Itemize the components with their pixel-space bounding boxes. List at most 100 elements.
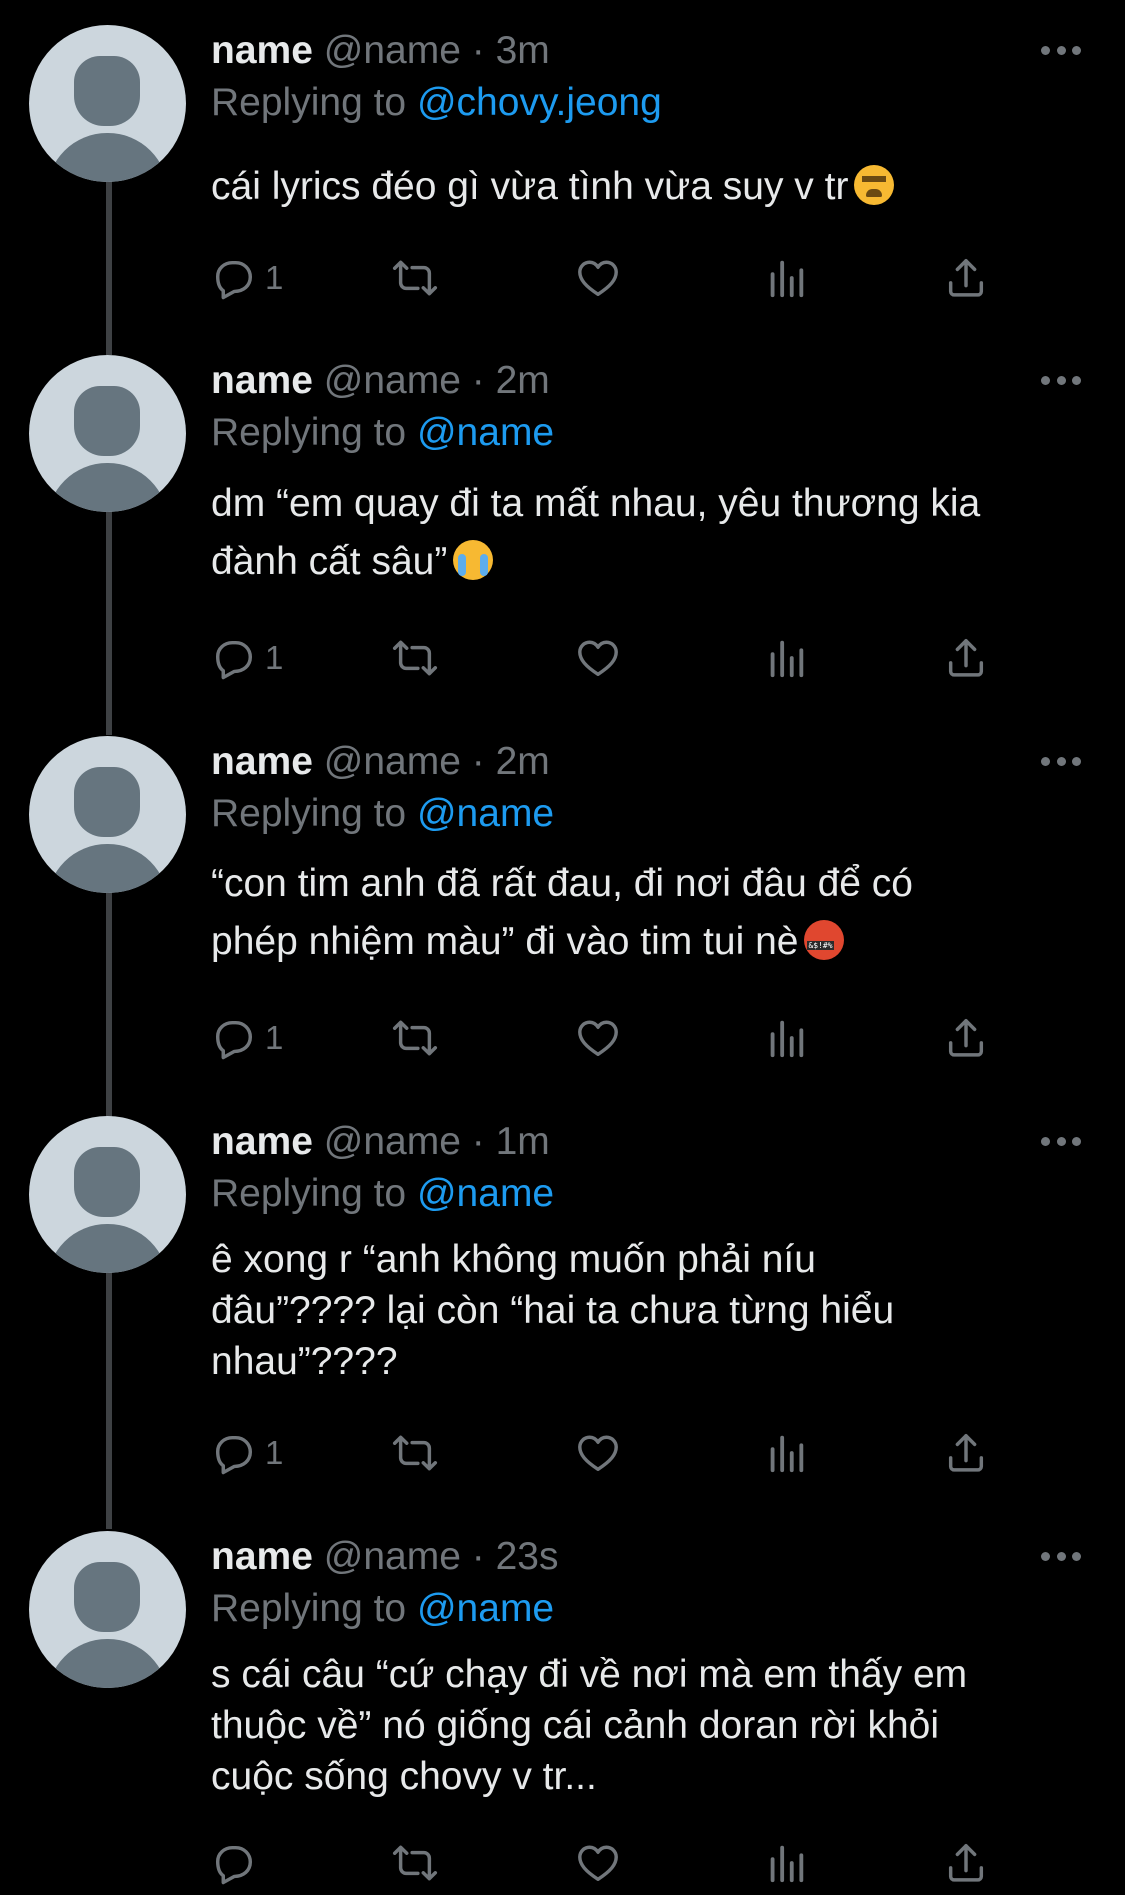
replying-to: Replying to @name [211, 1585, 554, 1633]
reply-count: 1 [265, 259, 284, 296]
avatar[interactable] [29, 355, 186, 512]
more-button[interactable] [1041, 1126, 1081, 1156]
views-button[interactable] [763, 1013, 809, 1063]
reply-icon [211, 1015, 257, 1061]
timestamp[interactable]: 23s [496, 1535, 559, 1578]
retweet-icon [392, 1840, 438, 1886]
handle[interactable]: @name [324, 29, 461, 72]
tweet[interactable]: name @name · 3m Replying to @chovy.jeong… [0, 25, 1125, 325]
more-icon [1056, 1136, 1066, 1146]
more-button[interactable] [1041, 365, 1081, 395]
reply-icon [211, 1430, 257, 1476]
more-icon [1041, 1136, 1050, 1146]
display-name[interactable]: name [211, 29, 313, 72]
share-button[interactable] [943, 1428, 989, 1478]
handle[interactable]: @name [324, 1535, 461, 1578]
reply-button[interactable]: 1 [211, 1013, 283, 1063]
avatar[interactable] [29, 736, 186, 893]
reply-button[interactable] [211, 1838, 265, 1888]
like-button[interactable] [575, 633, 621, 683]
share-icon [943, 1015, 989, 1061]
replying-to-link[interactable]: @name [417, 1587, 554, 1630]
tweet[interactable]: name @name · 23s Replying to @name s cái… [0, 1531, 1125, 1895]
like-button[interactable] [575, 1013, 621, 1063]
views-button[interactable] [763, 1838, 809, 1888]
handle[interactable]: @name [324, 740, 461, 783]
retweet-icon [392, 1015, 438, 1061]
timestamp[interactable]: 1m [496, 1120, 550, 1163]
avatar-head-shape [74, 1562, 140, 1632]
share-button[interactable] [943, 1013, 989, 1063]
more-icon [1041, 1551, 1050, 1561]
more-icon [1056, 1551, 1066, 1561]
separator: · [471, 1535, 485, 1578]
reply-count: 1 [265, 639, 284, 676]
display-name[interactable]: name [211, 740, 313, 783]
separator: · [471, 1120, 485, 1163]
more-button[interactable] [1041, 35, 1081, 65]
display-name[interactable]: name [211, 359, 313, 402]
replying-to-link[interactable]: @chovy.jeong [417, 81, 662, 124]
retweet-button[interactable] [392, 1838, 438, 1888]
separator: · [471, 29, 485, 72]
views-icon [763, 635, 809, 681]
views-button[interactable] [763, 1428, 809, 1478]
replying-to-link[interactable]: @name [417, 792, 554, 835]
like-icon [575, 255, 621, 301]
replying-to: Replying to @chovy.jeong [211, 79, 662, 127]
views-button[interactable] [763, 633, 809, 683]
retweet-button[interactable] [392, 253, 438, 303]
tweet-text: dm “em quay đi ta mất nhau, yêu thương k… [211, 475, 1091, 591]
replying-to: Replying to @name [211, 790, 554, 838]
replying-label: Replying to [211, 81, 407, 124]
more-button[interactable] [1041, 1541, 1081, 1571]
reply-icon [211, 1840, 257, 1886]
replying-to: Replying to @name [211, 1170, 554, 1218]
reply-button[interactable]: 1 [211, 1428, 283, 1478]
tweet-header: name @name · 1m [211, 1118, 550, 1166]
like-button[interactable] [575, 253, 621, 303]
replying-to-link[interactable]: @name [417, 1172, 554, 1215]
more-button[interactable] [1041, 746, 1081, 776]
reply-icon [211, 635, 257, 681]
avatar-body-shape [47, 133, 168, 182]
avatar-head-shape [74, 56, 140, 126]
like-button[interactable] [575, 1838, 621, 1888]
share-button[interactable] [943, 253, 989, 303]
tweet[interactable]: name @name · 1m Replying to @name ê xong… [0, 1116, 1125, 1530]
more-icon [1072, 756, 1081, 766]
like-button[interactable] [575, 1428, 621, 1478]
retweet-button[interactable] [392, 1013, 438, 1063]
tweet-header: name @name · 2m [211, 357, 550, 405]
share-button[interactable] [943, 633, 989, 683]
retweet-button[interactable] [392, 1428, 438, 1478]
handle[interactable]: @name [324, 359, 461, 402]
tweet[interactable]: name @name · 2m Replying to @name dm “em… [0, 355, 1125, 735]
replying-to-link[interactable]: @name [417, 411, 554, 454]
tweet[interactable]: name @name · 2m Replying to @name “con t… [0, 736, 1125, 1116]
more-icon [1041, 756, 1050, 766]
display-name[interactable]: name [211, 1535, 313, 1578]
retweet-icon [392, 1430, 438, 1476]
more-icon [1056, 756, 1066, 766]
timestamp[interactable]: 2m [496, 740, 550, 783]
avatar[interactable] [29, 1531, 186, 1688]
display-name[interactable]: name [211, 1120, 313, 1163]
avatar[interactable] [29, 25, 186, 182]
handle[interactable]: @name [324, 1120, 461, 1163]
views-button[interactable] [763, 253, 809, 303]
share-button[interactable] [943, 1838, 989, 1888]
like-icon [575, 1840, 621, 1886]
avatar-body-shape [47, 1224, 168, 1273]
timestamp[interactable]: 3m [496, 29, 550, 72]
timestamp[interactable]: 2m [496, 359, 550, 402]
tired-face-icon [854, 165, 895, 205]
share-icon [943, 635, 989, 681]
views-icon [763, 255, 809, 301]
reply-count: 1 [265, 1019, 284, 1056]
like-icon [575, 1015, 621, 1061]
avatar[interactable] [29, 1116, 186, 1273]
reply-button[interactable]: 1 [211, 253, 283, 303]
retweet-button[interactable] [392, 633, 438, 683]
reply-button[interactable]: 1 [211, 633, 283, 683]
